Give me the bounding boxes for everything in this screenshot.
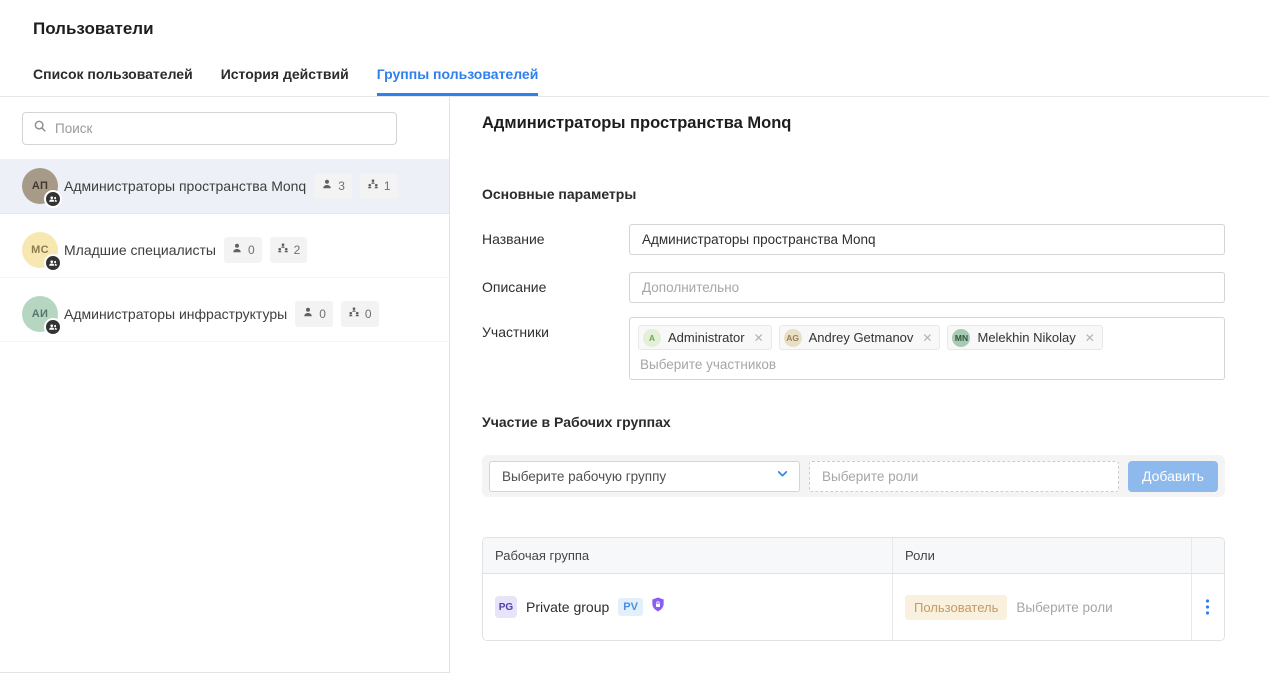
- workgroups-count: 1: [384, 179, 391, 193]
- group-avatar-initials: МС: [31, 244, 49, 256]
- group-name: Младшие специалисты: [64, 242, 216, 258]
- remove-member-icon[interactable]: ✕: [922, 331, 932, 345]
- member-chip-melekhin-nikolay: MN Melekhin Nikolay ✕: [947, 325, 1102, 350]
- member-avatar: AG: [784, 329, 802, 347]
- users-count-badge: 0: [224, 237, 262, 263]
- tab-action-history[interactable]: История действий: [221, 66, 349, 96]
- users-count: 0: [248, 243, 255, 257]
- roles-input[interactable]: [809, 461, 1119, 492]
- workgroups-heading: Участие в Рабочих группах: [482, 413, 1225, 431]
- member-name: Andrey Getmanov: [809, 330, 914, 345]
- tab-user-groups[interactable]: Группы пользователей: [377, 66, 539, 96]
- basic-params-heading: Основные параметры: [482, 185, 1225, 203]
- users-group-icon: [277, 241, 289, 259]
- members-label: Участники: [482, 317, 629, 380]
- private-shield-icon: [650, 596, 666, 618]
- table-header-row: Рабочая группа Роли: [483, 538, 1224, 574]
- workgroups-table: Рабочая группа Роли PG Private group PV …: [482, 537, 1225, 641]
- tab-user-list[interactable]: Список пользователей: [33, 66, 193, 96]
- users-group-icon: [348, 305, 360, 323]
- members-field[interactable]: A Administrator ✕ AG Andrey Getmanov ✕ M…: [629, 317, 1225, 380]
- tab-bar: Список пользователей История действий Гр…: [33, 66, 1269, 96]
- workgroup-add-bar: Выберите рабочую группу Добавить: [482, 455, 1225, 497]
- user-icon: [231, 241, 243, 259]
- workgroups-count-badge: 2: [270, 237, 308, 263]
- search-input[interactable]: [55, 121, 386, 136]
- group-type-icon: [44, 254, 62, 272]
- remove-member-icon[interactable]: ✕: [1085, 331, 1095, 345]
- add-workgroup-button[interactable]: Добавить: [1128, 461, 1218, 492]
- group-type-icon: [44, 318, 62, 336]
- group-avatar-initials: АП: [32, 180, 48, 192]
- page-title: Пользователи: [33, 18, 1269, 40]
- users-count: 3: [338, 179, 345, 193]
- group-list-item-admins-monq[interactable]: АП Администраторы пространства Monq 3 1: [0, 159, 449, 214]
- member-chip-andrey-getmanov: AG Andrey Getmanov ✕: [779, 325, 941, 350]
- group-list-item-junior-specialists[interactable]: МС Младшие специалисты 0 2: [0, 223, 449, 278]
- description-label: Описание: [482, 272, 629, 303]
- workgroups-count: 0: [365, 307, 372, 321]
- member-chip-administrator: A Administrator ✕: [638, 325, 772, 350]
- workgroups-count-badge: 1: [360, 173, 398, 199]
- group-avatar: АП: [22, 168, 58, 204]
- member-name: Administrator: [668, 330, 745, 345]
- groups-sidebar: АП Администраторы пространства Monq 3 1: [0, 97, 450, 673]
- column-header-roles: Роли: [892, 538, 1191, 573]
- group-avatar: АИ: [22, 296, 58, 332]
- users-count-badge: 3: [314, 173, 352, 199]
- search-icon: [33, 119, 47, 138]
- group-name: Администраторы пространства Monq: [64, 178, 306, 194]
- description-input[interactable]: [629, 272, 1225, 303]
- table-row: PG Private group PV Пользователь Выберит…: [483, 574, 1224, 640]
- member-avatar: A: [643, 329, 661, 347]
- member-name: Melekhin Nikolay: [977, 330, 1075, 345]
- workgroups-count: 2: [294, 243, 301, 257]
- chevron-down-icon: [776, 467, 789, 485]
- workgroup-avatar: PG: [495, 596, 517, 618]
- workgroup-select-value: Выберите рабочую группу: [502, 469, 666, 484]
- column-header-workgroup: Рабочая группа: [483, 538, 892, 573]
- name-input[interactable]: [629, 224, 1225, 255]
- name-label: Название: [482, 224, 629, 255]
- group-detail-title: Администраторы пространства Monq: [482, 112, 1225, 134]
- workgroup-select[interactable]: Выберите рабочую группу: [489, 461, 800, 492]
- users-group-icon: [367, 177, 379, 195]
- users-count: 0: [319, 307, 326, 321]
- members-placeholder: Выберите участников: [638, 357, 1216, 372]
- workgroup-name: Private group: [526, 599, 609, 615]
- column-header-actions: [1191, 538, 1224, 573]
- group-list-item-infra-admins[interactable]: АИ Администраторы инфраструктуры 0 0: [0, 287, 449, 342]
- workgroup-pv-badge: PV: [618, 598, 643, 616]
- workgroups-count-badge: 0: [341, 301, 379, 327]
- row-roles-placeholder[interactable]: Выберите роли: [1016, 600, 1112, 615]
- group-name: Администраторы инфраструктуры: [64, 306, 287, 322]
- member-avatar: MN: [952, 329, 970, 347]
- group-search: [22, 112, 397, 145]
- page-header: Пользователи Список пользователей Истори…: [0, 18, 1269, 97]
- group-detail-panel: Администраторы пространства Monq Основны…: [450, 97, 1269, 673]
- remove-member-icon[interactable]: ✕: [754, 331, 764, 345]
- group-list: АП Администраторы пространства Monq 3 1: [0, 159, 449, 342]
- user-icon: [302, 305, 314, 323]
- user-icon: [321, 177, 333, 195]
- group-avatar-initials: АИ: [32, 308, 48, 320]
- group-type-icon: [44, 190, 62, 208]
- users-count-badge: 0: [295, 301, 333, 327]
- group-avatar: МС: [22, 232, 58, 268]
- role-tag: Пользователь: [905, 595, 1007, 620]
- row-actions-kebab-icon[interactable]: [1205, 598, 1210, 616]
